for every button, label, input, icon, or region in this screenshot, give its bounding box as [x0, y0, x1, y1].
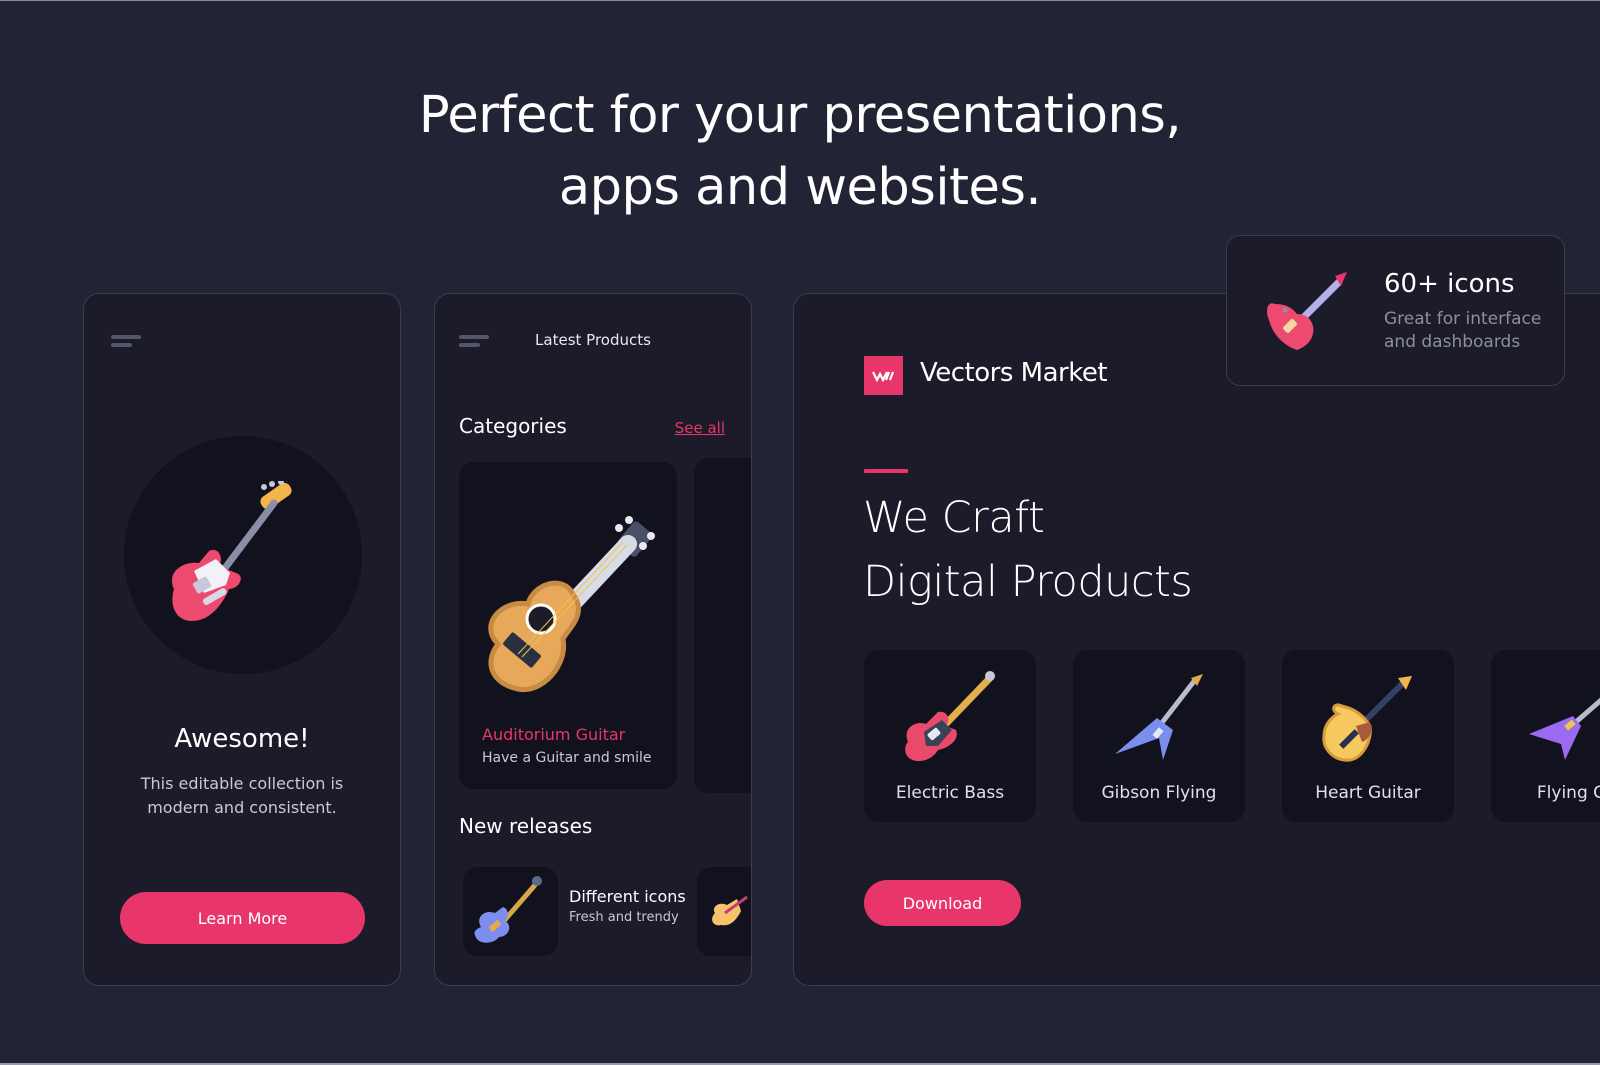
bass-guitar-icon: [474, 876, 542, 943]
product-label: Flying Gu: [1536, 783, 1600, 803]
onboarding-screen: Awesome! This editable collection is mod…: [83, 293, 401, 986]
category-name: Auditorium Guitar: [482, 725, 626, 744]
category-card[interactable]: Auditorium Guitar Have a Guitar and smil…: [459, 462, 677, 789]
hamburger-menu-icon[interactable]: [111, 335, 141, 349]
new-releases-heading: New releases: [459, 814, 593, 838]
hero-illustration: [124, 436, 362, 674]
onboarding-title: Awesome!: [174, 724, 310, 754]
badge-title: 60+ icons: [1384, 269, 1515, 299]
electric-bass-icon: [905, 671, 995, 762]
headline-line-2: apps and websites.: [558, 158, 1042, 217]
product-label: Heart Guitar: [1315, 783, 1421, 803]
hero-heading-line-2: Digital Products: [863, 557, 1193, 607]
category-description: Have a Guitar and smile: [482, 750, 652, 766]
gibson-flying-icon: [1115, 674, 1203, 760]
product-card-flying-guitar[interactable]: Flying Gu: [1491, 650, 1600, 822]
top-edge: [0, 0, 1600, 1]
badge-description-line-1: Great for interface: [1384, 309, 1542, 329]
description-line-1: This editable collection is: [140, 774, 344, 793]
website-preview: Vectors Market We Craft Digital Products…: [793, 293, 1600, 986]
product-card-heart-guitar[interactable]: Heart Guitar: [1282, 650, 1454, 822]
see-all-link[interactable]: See all: [675, 419, 725, 437]
brand-name[interactable]: Vectors Market: [920, 358, 1108, 388]
headline-line-1: Perfect for your presentations,: [418, 86, 1182, 145]
heart-bass-guitar-icon: [1267, 272, 1347, 350]
product-card-gibson-flying[interactable]: Gibson Flying: [1073, 650, 1245, 822]
accent-divider: [864, 469, 908, 473]
download-button[interactable]: Download: [864, 880, 1021, 926]
heart-guitar-icon: [1322, 676, 1412, 762]
release-title: Different icons: [569, 887, 686, 906]
description-line-2: modern and consistent.: [147, 798, 337, 817]
product-card-electric-bass[interactable]: Electric Bass: [864, 650, 1036, 822]
electric-guitar-icon: [172, 481, 292, 621]
hero-heading-line-1: We Craft: [863, 493, 1045, 543]
yellow-guitar-icon: [712, 895, 748, 926]
learn-more-button[interactable]: Learn More: [120, 892, 365, 944]
badge-description: Great for interface and dashboards: [1384, 308, 1541, 354]
brand-logo[interactable]: [864, 356, 903, 395]
product-label: Electric Bass: [895, 783, 1005, 803]
screen-title: Latest Products: [535, 331, 651, 349]
icons-count-badge: 60+ icons Great for interface and dashbo…: [1226, 235, 1565, 386]
latest-products-screen: Latest Products Categories See all Audit…: [434, 293, 752, 986]
flying-guitar-icon: [1529, 697, 1600, 760]
page-headline: Perfect for your presentations, apps and…: [0, 80, 1600, 224]
categories-heading: Categories: [459, 414, 567, 438]
category-card-next[interactable]: [694, 458, 751, 793]
product-label: Gibson Flying: [1101, 783, 1217, 803]
release-subtitle: Fresh and trendy: [569, 910, 679, 925]
ukulele-icon: [488, 516, 655, 692]
badge-description-line-2: and dashboards: [1384, 332, 1521, 352]
release-thumbnail[interactable]: [463, 867, 558, 956]
vm-logo-icon: [871, 371, 894, 382]
onboarding-description: This editable collection is modern and c…: [84, 772, 400, 820]
hero-heading: We Craft Digital Products: [863, 486, 1193, 614]
release-thumbnail-next[interactable]: [697, 867, 751, 956]
